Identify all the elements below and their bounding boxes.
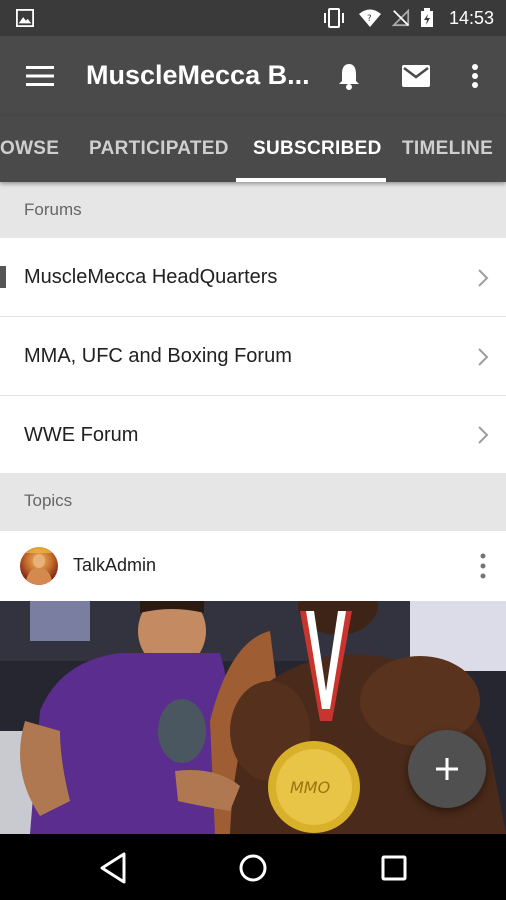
svg-text:MMO: MMO <box>290 778 330 797</box>
image-notification-icon <box>16 9 34 27</box>
page-title: MuscleMecca B... <box>86 60 310 90</box>
forum-item-wwe[interactable]: WWE Forum <box>0 396 506 473</box>
active-tab-indicator <box>236 178 386 182</box>
home-icon[interactable] <box>235 850 271 886</box>
no-signal-icon <box>392 8 410 27</box>
battery-icon <box>421 8 433 27</box>
topics-section-header: Topics <box>0 473 506 531</box>
tab-participated[interactable]: PARTICIPATED <box>89 138 229 160</box>
forum-item-label: WWE Forum <box>24 424 139 446</box>
wifi-icon: ? <box>359 9 381 27</box>
status-bar: ? 14:53 <box>0 0 506 36</box>
topic-author-name[interactable]: TalkAdmin <box>73 555 156 576</box>
notifications-button[interactable] <box>329 56 369 96</box>
svg-text:?: ? <box>367 14 372 24</box>
unread-marker <box>0 266 6 288</box>
topic-author-row[interactable]: TalkAdmin <box>0 531 506 601</box>
back-icon[interactable] <box>96 850 132 886</box>
hamburger-menu-icon <box>26 66 54 86</box>
tab-timeline[interactable]: TIMELINE <box>402 138 493 160</box>
plus-icon <box>436 758 458 780</box>
chevron-right-icon <box>478 348 489 366</box>
forum-item-label: MMA, UFC and Boxing Forum <box>24 345 292 367</box>
topic-more-options-icon[interactable] <box>480 553 486 579</box>
avatar-image <box>20 547 58 585</box>
new-topic-fab[interactable] <box>408 730 486 808</box>
tab-subscribed[interactable]: SUBSCRIBED <box>253 138 382 160</box>
tab-browse[interactable]: OWSE <box>0 138 59 160</box>
menu-button[interactable] <box>20 56 60 96</box>
more-vert-icon <box>472 64 478 88</box>
system-nav-bar <box>0 834 506 900</box>
avatar[interactable] <box>20 547 58 585</box>
chevron-right-icon <box>478 426 489 444</box>
forum-item-label: MuscleMecca HeadQuarters <box>24 266 278 288</box>
vibrate-icon <box>324 8 344 28</box>
chevron-right-icon <box>478 269 489 287</box>
tab-bar: OWSE PARTICIPATED SUBSCRIBED TIMELINE <box>0 116 506 182</box>
bell-icon <box>339 64 359 90</box>
recents-icon[interactable] <box>376 850 412 886</box>
forums-section-header: Forums <box>0 182 506 238</box>
overflow-menu-button[interactable] <box>455 56 495 96</box>
topics-header-label: Topics <box>24 491 73 510</box>
app-bar: MuscleMecca B... <box>0 36 506 116</box>
messages-button[interactable] <box>396 56 436 96</box>
forum-item-mma-ufc-boxing[interactable]: MMA, UFC and Boxing Forum <box>0 317 506 396</box>
mail-icon <box>402 65 430 87</box>
forums-header-label: Forums <box>24 200 82 219</box>
clock: 14:53 <box>448 8 494 28</box>
forum-item-musclemecca-headquarters[interactable]: MuscleMecca HeadQuarters <box>0 238 506 317</box>
